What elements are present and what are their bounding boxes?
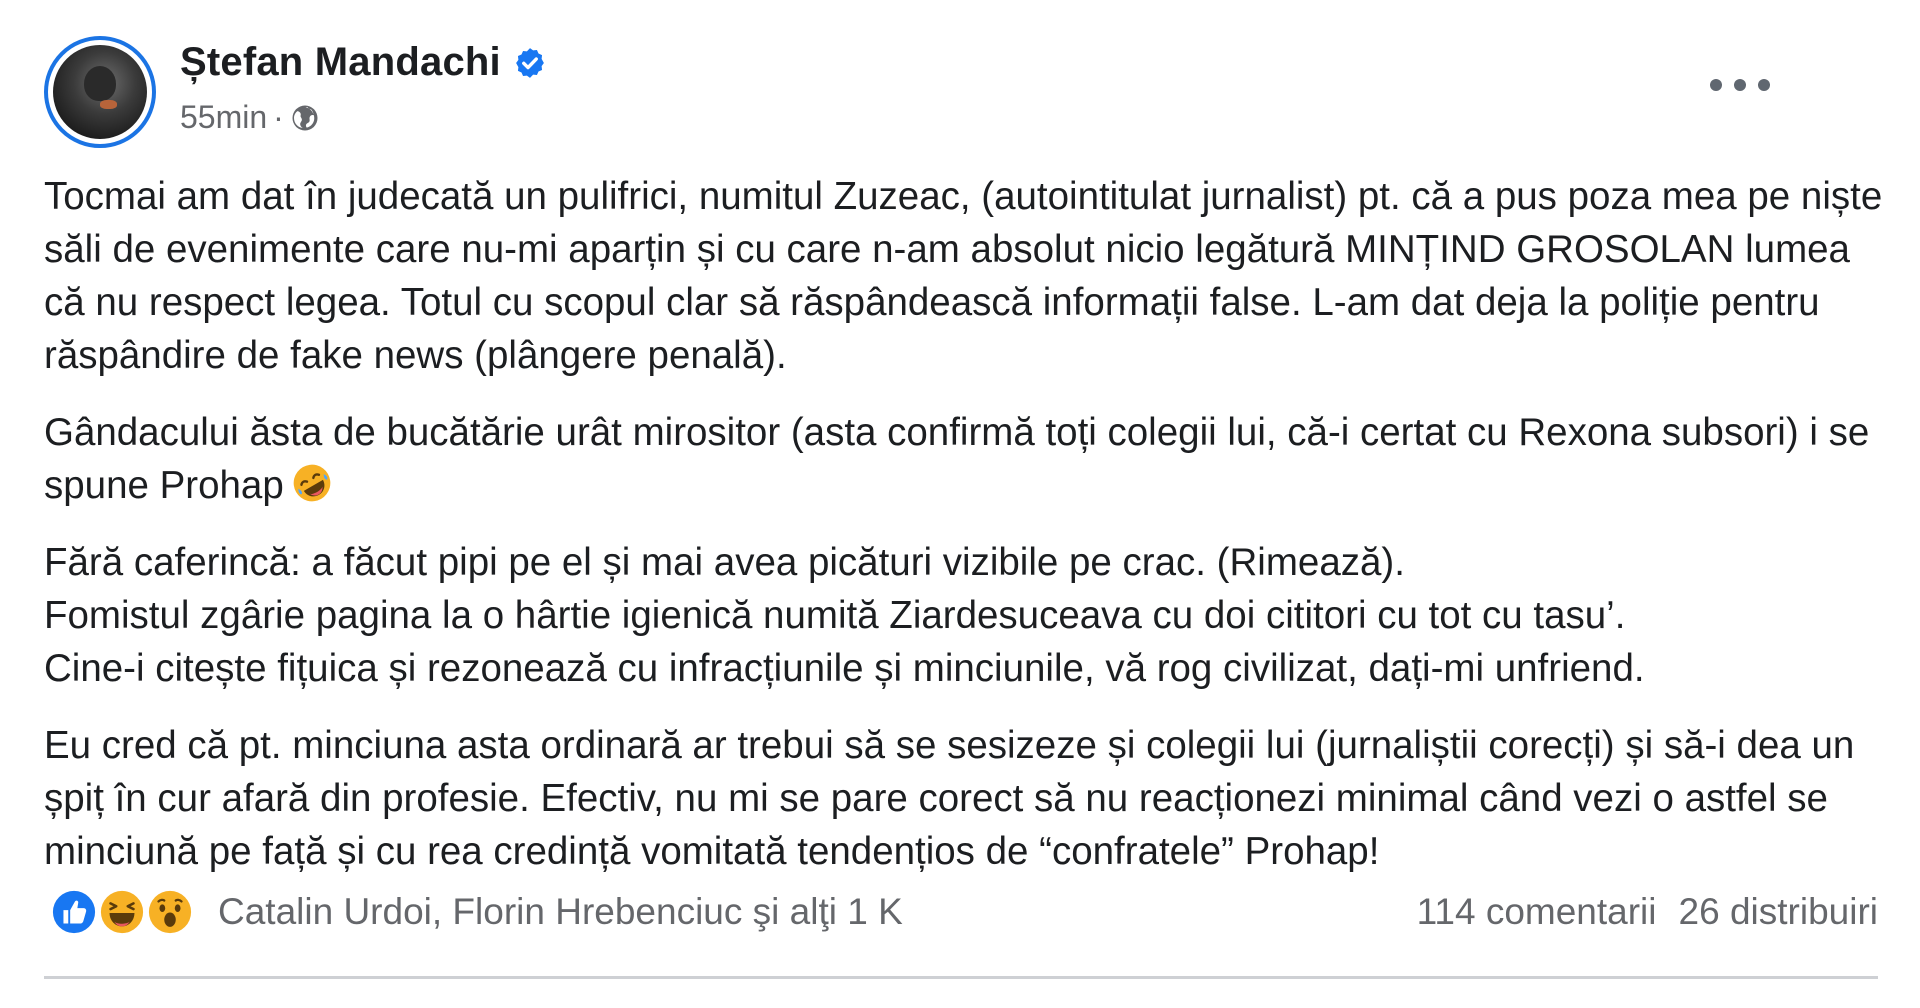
- author-row: Ștefan Mandachi: [180, 40, 547, 85]
- post-text: Fomistul zgârie pagina la o hârtie igien…: [44, 594, 1626, 637]
- post-paragraph-2: Gândacului ăsta de bucătărie urât mirosi…: [44, 406, 1884, 512]
- post-header: Ștefan Mandachi 55min ·: [44, 36, 547, 148]
- post-text: Cine-i citește fițuica și rezonează cu i…: [44, 647, 1645, 690]
- globe-icon[interactable]: [290, 103, 320, 133]
- post-text: Fără caferincă: a făcut pipi pe el și ma…: [44, 541, 1405, 584]
- more-options-icon[interactable]: [1710, 70, 1770, 100]
- post-time-row: 55min ·: [180, 99, 547, 136]
- separator-dot: ·: [273, 99, 284, 135]
- verified-badge-icon: [515, 47, 544, 78]
- haha-reaction-icon: [96, 886, 148, 938]
- like-reaction-icon: [48, 886, 100, 938]
- engagement-counts: 114 comentarii 26 distribuiri: [1395, 891, 1878, 933]
- rolling-laughing-emoji-icon: [293, 464, 331, 502]
- more-dot: [1758, 79, 1770, 91]
- post-meta: Ștefan Mandachi 55min ·: [180, 40, 547, 136]
- post-paragraph-3: Fără caferincă: a făcut pipi pe el și ma…: [44, 536, 1884, 695]
- post-paragraph-4: Eu cred că pt. minciuna asta ordinară ar…: [44, 719, 1884, 878]
- avatar[interactable]: [44, 36, 156, 148]
- footer-divider: [44, 976, 1878, 979]
- reacted-by-text[interactable]: Catalin Urdoi, Florin Hrebenciuc şi alţi…: [218, 891, 903, 933]
- author-name[interactable]: Ștefan Mandachi: [180, 40, 501, 85]
- comments-count[interactable]: 114 comentarii: [1417, 891, 1657, 933]
- post-timestamp[interactable]: 55min: [180, 99, 267, 136]
- post-paragraph-1: Tocmai am dat în judecată un pulifrici, …: [44, 170, 1884, 382]
- post-text: Tocmai am dat în judecată un pulifrici, …: [44, 175, 1883, 377]
- post-footer: Catalin Urdoi, Florin Hrebenciuc şi alţi…: [48, 886, 1878, 938]
- reactions-summary[interactable]: Catalin Urdoi, Florin Hrebenciuc şi alţi…: [48, 886, 903, 938]
- wow-reaction-icon: [144, 886, 196, 938]
- more-dot: [1710, 79, 1722, 91]
- post-text: Eu cred că pt. minciuna asta ordinară ar…: [44, 724, 1855, 873]
- avatar-photo: [53, 45, 147, 139]
- facebook-post: Ștefan Mandachi 55min · Tocmai am dat în…: [0, 0, 1920, 1008]
- shares-count[interactable]: 26 distribuiri: [1679, 891, 1878, 933]
- post-body: Tocmai am dat în judecată un pulifrici, …: [44, 170, 1884, 902]
- more-dot: [1734, 79, 1746, 91]
